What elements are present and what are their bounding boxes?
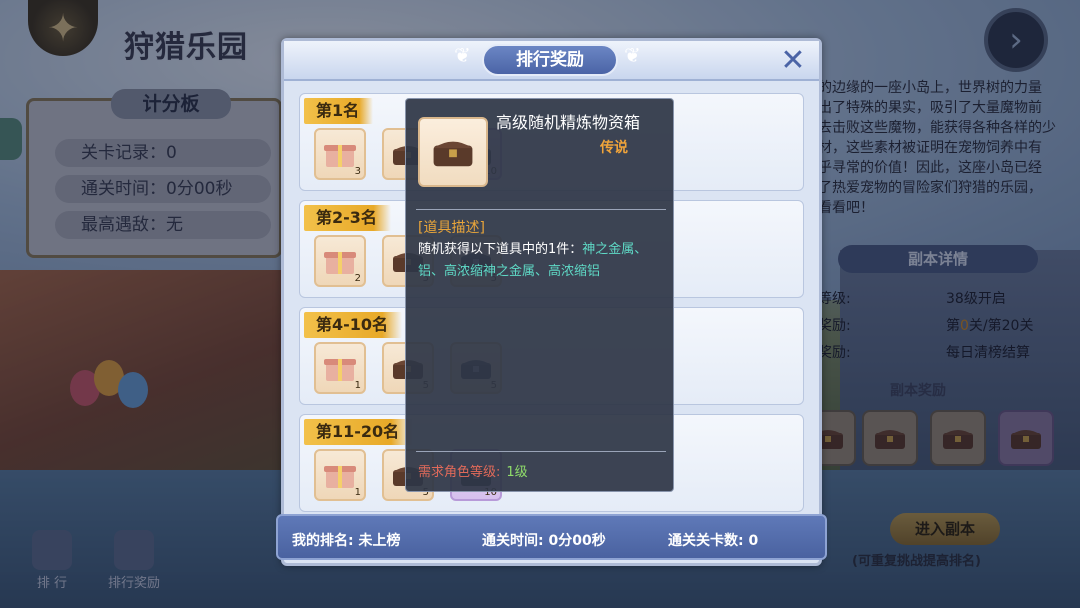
my-rank-bar: 我的排名: 未上榜 通关时间: 0分00秒 通关关卡数: 0 <box>276 514 827 560</box>
divider <box>416 451 666 452</box>
tooltip-requirement: 需求角色等级: 1级 <box>418 461 528 480</box>
clear-stages-summary: 通关关卡数: 0 <box>668 533 759 549</box>
clear-time-summary: 通关时间: 0分00秒 <box>482 533 606 549</box>
chest-icon <box>433 141 473 167</box>
reward-slot[interactable]: 2 <box>314 235 366 287</box>
modal-title: 排行奖励 <box>482 44 618 76</box>
item-tooltip: 高级随机精炼物资箱 传说 [道具描述] 随机获得以下道具中的1件：神之金属、铝、… <box>405 98 674 492</box>
tooltip-section-title: [道具描述] <box>418 220 485 236</box>
gift-box-icon <box>324 145 356 167</box>
tooltip-item-grade: 传说 <box>600 140 628 156</box>
tier-label: 第2-3名 <box>304 205 391 231</box>
right-wing-icon: ❦ <box>624 43 641 67</box>
requirement-value: 1级 <box>506 465 528 480</box>
gift-box-icon <box>324 252 356 274</box>
tooltip-item-name: 高级随机精炼物资箱 <box>496 113 641 132</box>
requirement-label: 需求角色等级: <box>418 465 501 480</box>
item-count: 3 <box>354 166 361 177</box>
reward-slot[interactable]: 3 <box>314 128 366 180</box>
gift-box-icon <box>324 359 356 381</box>
tooltip-item-slot <box>418 117 488 187</box>
item-count: 2 <box>354 273 361 284</box>
tier-label: 第11-20名 <box>304 419 414 445</box>
reward-slot[interactable]: 1 <box>314 449 366 501</box>
item-count: 1 <box>354 380 361 391</box>
reward-slot[interactable]: 1 <box>314 342 366 394</box>
divider <box>416 209 666 210</box>
tooltip-description: 随机获得以下道具中的1件：神之金属、铝、高浓缩神之金属、高浓缩铝 <box>418 239 664 283</box>
gift-box-icon <box>324 466 356 488</box>
item-count: 1 <box>354 487 361 498</box>
left-wing-icon: ❦ <box>454 43 471 67</box>
my-rank: 我的排名: 未上榜 <box>292 533 401 549</box>
close-icon[interactable]: ✕ <box>778 46 808 77</box>
tier-label: 第1名 <box>304 98 374 124</box>
tier-label: 第4-10名 <box>304 312 403 338</box>
tooltip-desc-prefix: 随机获得以下道具中的1件： <box>418 242 583 257</box>
modal-header: ❦ 排行奖励 ❦ ✕ <box>284 41 819 81</box>
